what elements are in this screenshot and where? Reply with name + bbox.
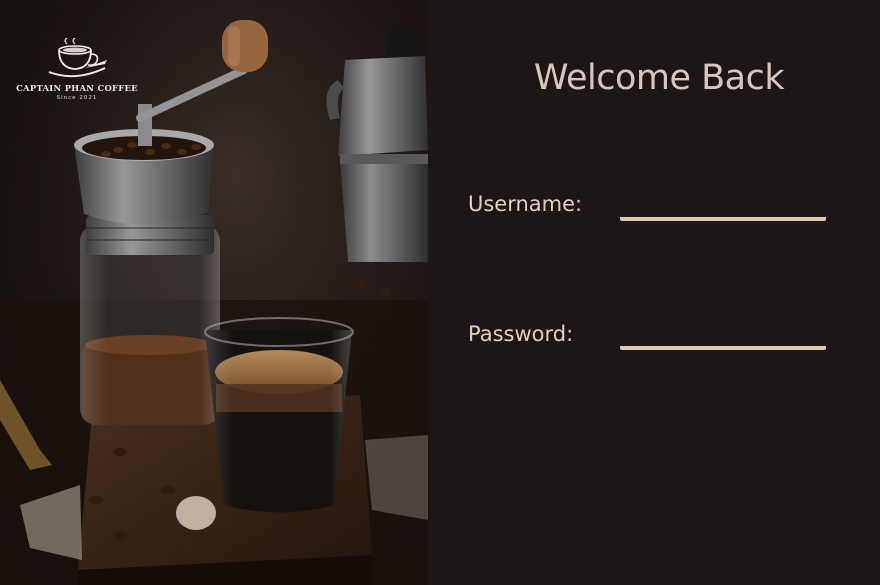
coffee-cup-icon [48, 38, 107, 78]
brand-name: CAPTAIN PHAN COFFEE [16, 83, 138, 93]
login-panel: Welcome Back Username: Password: [428, 0, 880, 585]
login-screen: CAPTAIN PHAN COFFEE Since 2021 Welcome B… [0, 0, 880, 585]
brand-since: Since 2021 [56, 95, 98, 101]
password-input[interactable] [620, 322, 826, 350]
username-input[interactable] [620, 193, 826, 221]
coffee-photo: CAPTAIN PHAN COFFEE Since 2021 [0, 0, 428, 585]
password-label: Password: [468, 322, 574, 346]
username-label: Username: [468, 192, 583, 216]
brand-logo: CAPTAIN PHAN COFFEE Since 2021 [14, 38, 140, 101]
page-title: Welcome Back [533, 58, 785, 98]
